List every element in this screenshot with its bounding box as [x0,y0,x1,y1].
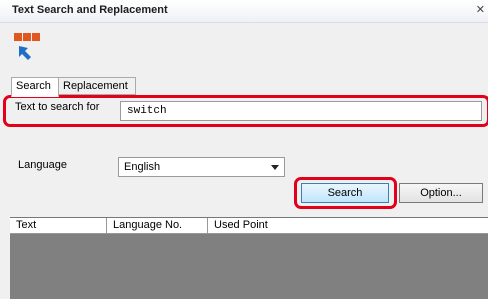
tool-icon [14,33,40,60]
close-icon[interactable]: ✕ [476,3,485,16]
results-table: Text Language No. Used Point [10,217,488,299]
option-button[interactable]: Option... [399,183,483,203]
window-title: Text Search and Replacement [12,4,168,16]
column-header-text[interactable]: Text [10,218,107,233]
results-table-header: Text Language No. Used Point [10,218,488,234]
title-bar: Text Search and Replacement ✕ [0,0,488,23]
language-selected-value: English [124,161,161,173]
language-label: Language [18,159,67,171]
search-button[interactable]: Search [301,183,389,203]
tab-search[interactable]: Search [11,77,59,97]
chevron-down-icon [271,165,279,170]
tab-replacement[interactable]: Replacement [58,77,136,95]
search-input[interactable]: switch [120,101,482,121]
column-header-language-no[interactable]: Language No. [107,218,208,233]
language-select[interactable]: English [118,157,285,177]
search-label: Text to search for [15,101,100,113]
column-header-used-point[interactable]: Used Point [208,218,488,233]
